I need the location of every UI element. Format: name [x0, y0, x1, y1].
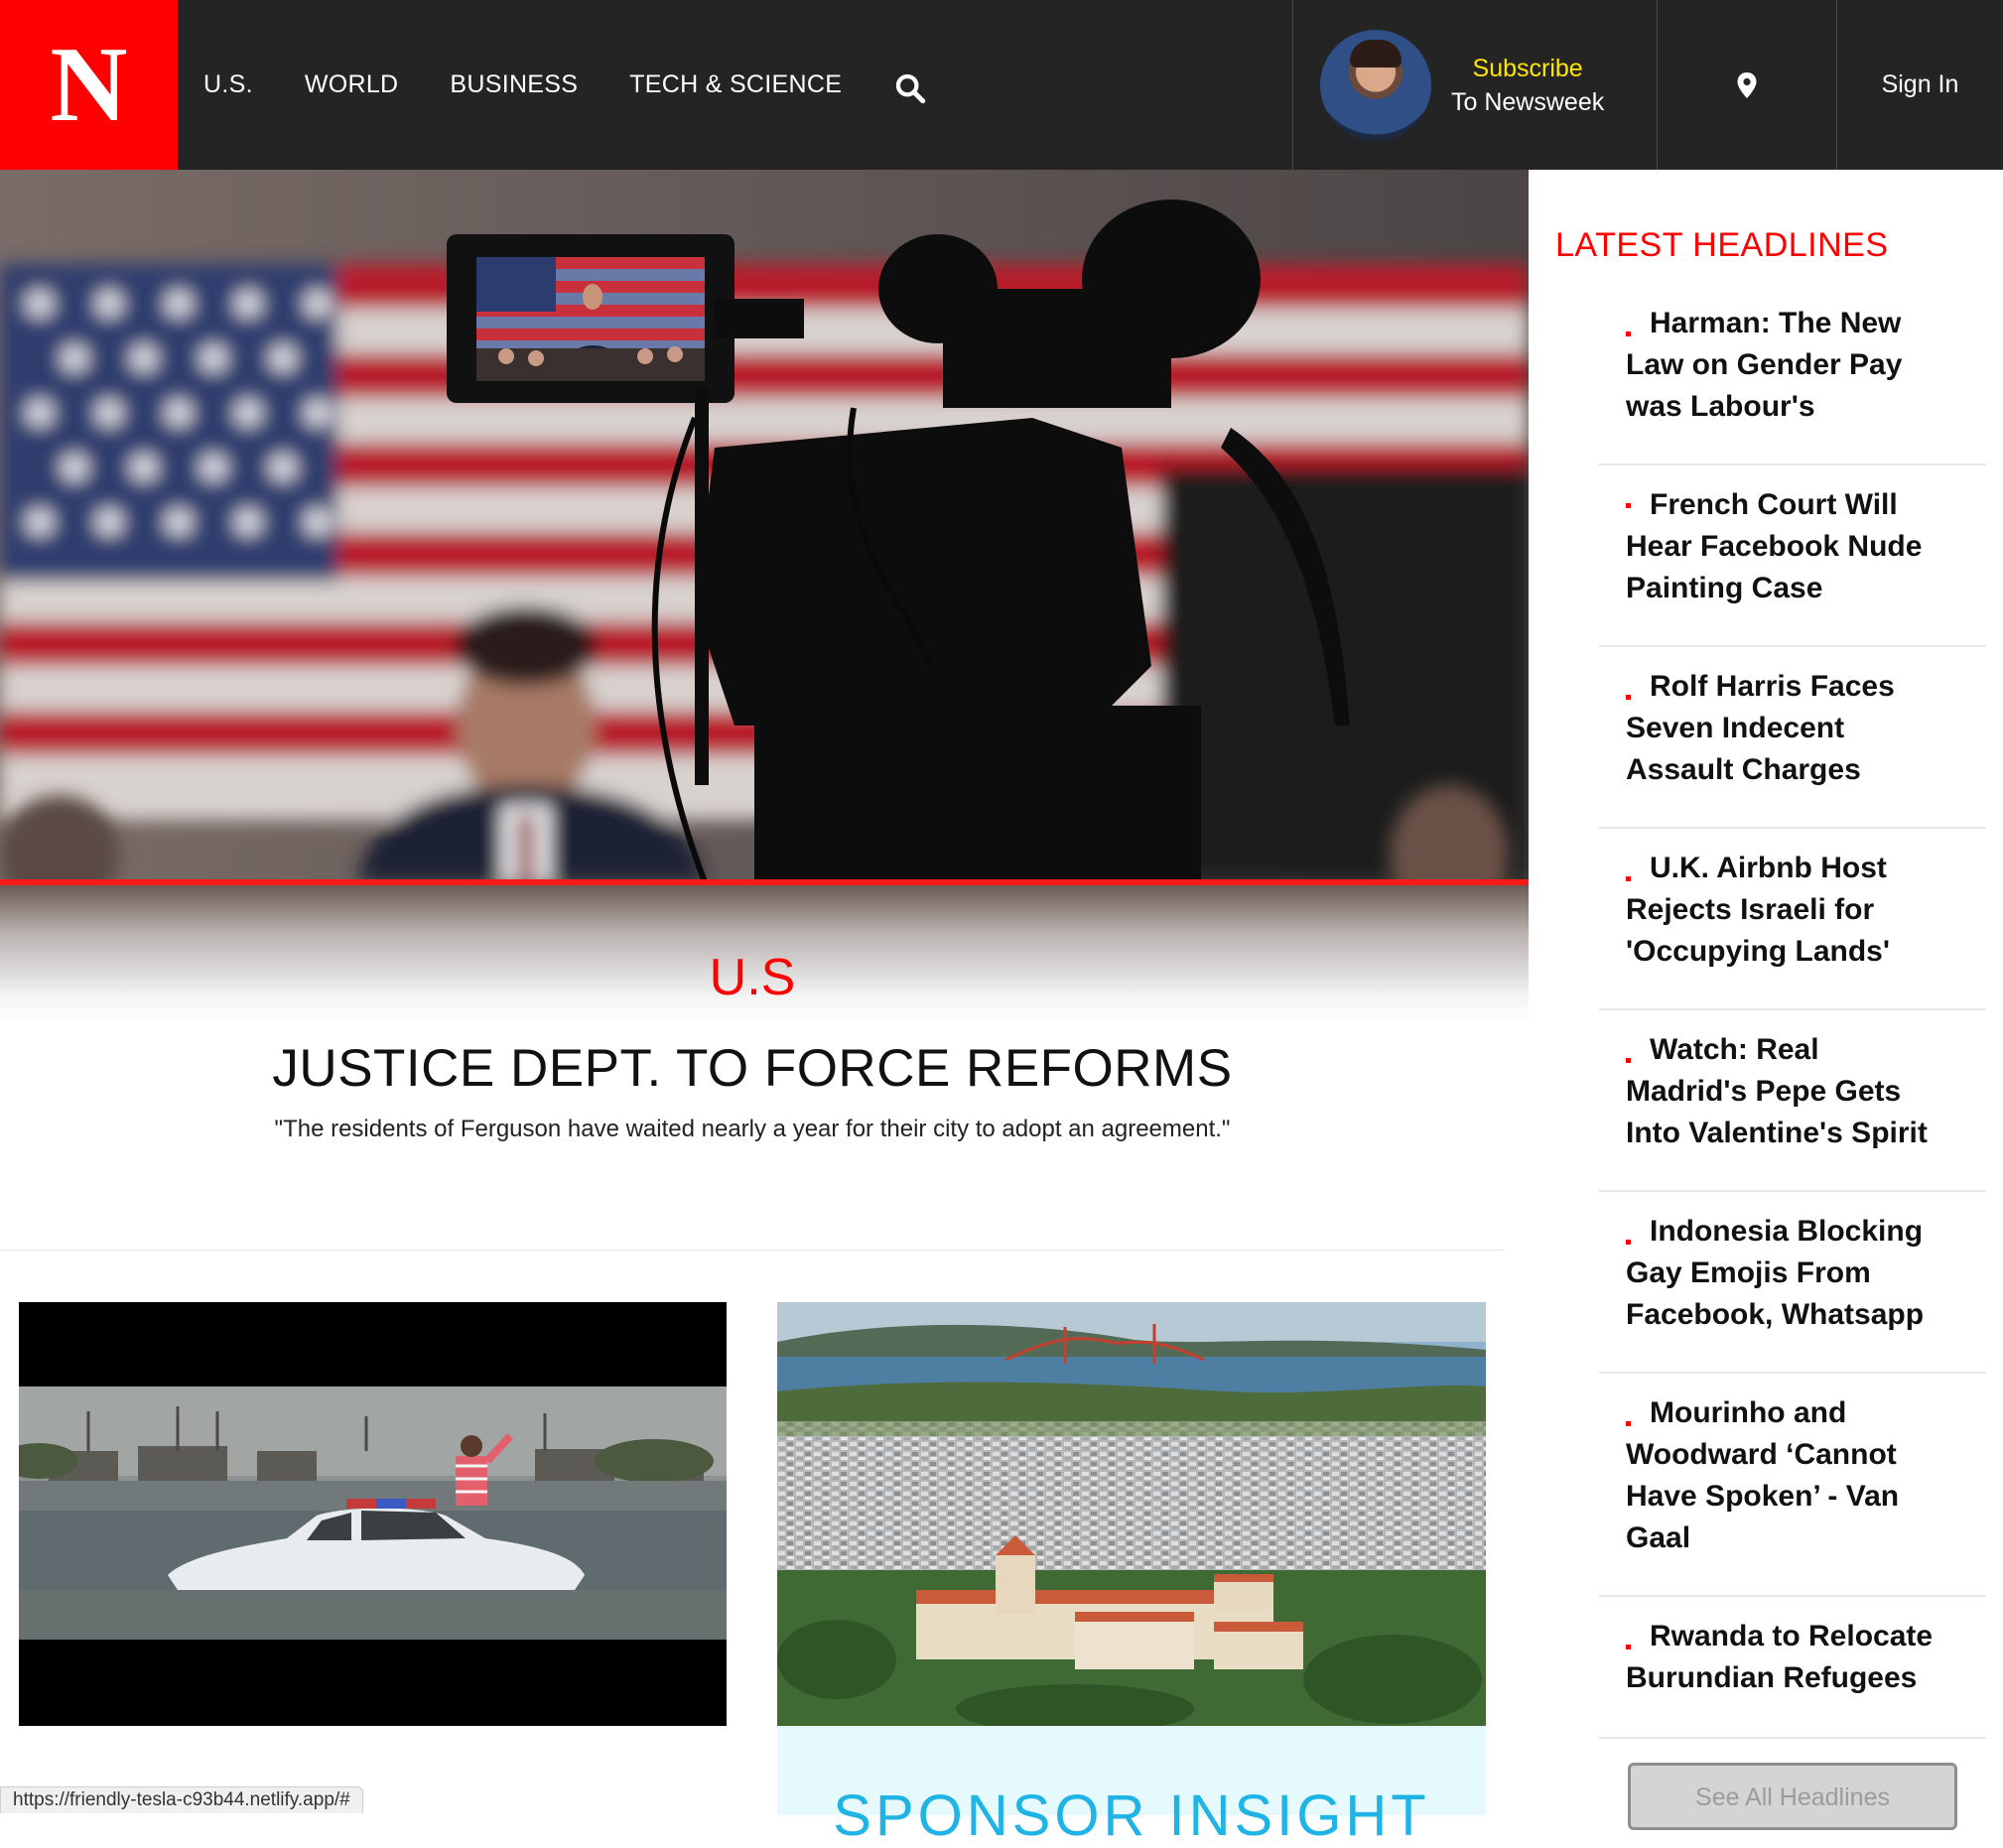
headline-line: Facebook, Whatsapp [1626, 1298, 1925, 1331]
newsweek-logo[interactable]: N [0, 0, 178, 170]
headline-line: U.K. Airbnb Host [1650, 852, 1887, 884]
headline-line: Harman: The New [1650, 307, 1902, 339]
headline-text: Indonesia Blocking Gay Emojis From Faceboo… [1626, 1192, 1976, 1336]
headline-line: Indonesia Blocking [1650, 1215, 1924, 1248]
nav-link-world[interactable]: WORLD [305, 70, 399, 99]
headline-text: Mourinho and Woodward ‘Cannot Have Spoken’… [1626, 1374, 1976, 1559]
bullet-icon [1626, 695, 1631, 700]
headline-text: Watch: Real Madrid's Pepe Gets Into Valent… [1626, 1010, 1976, 1154]
headline-line: Into Valentine's Spirit [1626, 1117, 1928, 1149]
bullet-icon [1626, 876, 1631, 881]
headline-item[interactable]: Indonesia Blocking Gay Emojis From Faceboo… [1599, 1192, 1986, 1374]
subscribe-sublabel: To Newsweek [1451, 87, 1605, 116]
headline-line: Have Spoken’ - Van [1626, 1480, 1900, 1513]
headline-line: Burundian Refugees [1626, 1661, 1918, 1694]
headline-line: Mourinho and [1650, 1396, 1847, 1429]
story-card-image-flood[interactable] [19, 1302, 727, 1726]
nav-link-tech-science[interactable]: TECH & SCIENCE [629, 70, 842, 99]
bullet-icon [1626, 1421, 1631, 1426]
headline-line: Madrid's Pepe Gets [1626, 1075, 1902, 1108]
headline-line: French Court Will [1650, 488, 1898, 521]
headline-text: French Court Will Hear Facebook Nude Paint… [1626, 465, 1976, 609]
latest-headlines-title: LATEST HEADLINES [1555, 226, 1889, 264]
hero-description: "The residents of Ferguson have waited n… [274, 1116, 1231, 1142]
bullet-icon [1626, 1058, 1631, 1063]
headline-item[interactable]: Rwanda to Relocate Burundian Refugees [1599, 1597, 1986, 1739]
divider [0, 1250, 1505, 1251]
hero-title[interactable]: JUSTICE DEPT. TO FORCE REFORMS [0, 1038, 1505, 1099]
nav-link-us[interactable]: U.S. [203, 70, 253, 99]
headline-line: Hear Facebook Nude [1626, 530, 1923, 563]
top-navbar: N U.S. WORLD BUSINESS TECH & SCIENCE Sub… [0, 0, 2003, 170]
headline-item[interactable]: Watch: Real Madrid's Pepe Gets Into Valent… [1599, 1010, 1986, 1192]
story-card-image-aerial-city[interactable] [777, 1302, 1486, 1726]
headline-item[interactable]: Harman: The New Law on Gender Pay was Labo… [1599, 294, 1986, 465]
headline-text: Harman: The New Law on Gender Pay was Labo… [1626, 294, 1976, 428]
headline-line: Painting Case [1626, 572, 1823, 604]
map-pin-icon [1737, 71, 1757, 98]
subscribe-button[interactable]: Subscribe To Newsweek [1293, 0, 1657, 170]
headline-text: Rolf Harris Faces Seven Indecent Assault C… [1626, 647, 1976, 791]
headline-text: U.K. Airbnb Host Rejects Israeli for 'Occu… [1626, 829, 1976, 973]
headline-line: Rwanda to Relocate [1650, 1620, 1934, 1652]
avatar [1320, 29, 1431, 141]
headline-line: Rejects Israeli for [1626, 893, 1875, 926]
bullet-icon [1626, 503, 1631, 508]
see-all-headlines-button[interactable]: See All Headlines [1628, 1763, 1957, 1830]
bullet-icon [1626, 331, 1631, 336]
headlines-list: Harman: The New Law on Gender Pay was Labo… [1599, 294, 1986, 1739]
headline-item[interactable]: U.K. Airbnb Host Rejects Israeli for 'Occu… [1599, 829, 1986, 1010]
sponsor-insight-label[interactable]: SPONSOR INSIGHT [777, 1787, 1486, 1845]
headline-item[interactable]: Mourinho and Woodward ‘Cannot Have Spoken’… [1599, 1374, 1986, 1597]
hero-category[interactable]: U.S [0, 948, 1505, 1007]
headline-item[interactable]: Rolf Harris Faces Seven Indecent Assault C… [1599, 647, 1986, 829]
headline-line: Woodward ‘Cannot [1626, 1438, 1897, 1471]
headline-line: 'Occupying Lands' [1626, 935, 1890, 968]
sign-in-link[interactable]: Sign In [1837, 0, 2003, 170]
nav-link-business[interactable]: BUSINESS [450, 70, 578, 99]
headline-line: Assault Charges [1626, 753, 1861, 786]
headline-text: Rwanda to Relocate Burundian Refugees [1626, 1597, 1976, 1699]
headline-line: Gay Emojis From [1626, 1256, 1871, 1289]
bullet-icon [1626, 1645, 1631, 1650]
location-button[interactable] [1658, 0, 1836, 170]
headline-line: Rolf Harris Faces [1650, 670, 1895, 703]
headline-line: Gaal [1626, 1521, 1691, 1554]
bullet-icon [1626, 1240, 1631, 1245]
headline-line: was Labour's [1626, 390, 1815, 423]
headline-line: Seven Indecent [1626, 712, 1845, 744]
subscribe-text: Subscribe To Newsweek [1451, 52, 1604, 119]
nav-links: U.S. WORLD BUSINESS TECH & SCIENCE [203, 0, 927, 170]
hero-image[interactable] [0, 170, 1529, 882]
headline-line: Watch: Real [1650, 1033, 1819, 1066]
headline-item[interactable]: French Court Will Hear Facebook Nude Paint… [1599, 465, 1986, 647]
search-icon[interactable] [893, 71, 927, 105]
subscribe-label: Subscribe [1472, 54, 1583, 82]
headline-line: Law on Gender Pay [1626, 348, 1903, 381]
browser-status-url: https://friendly-tesla-c93b44.netlify.ap… [0, 1786, 363, 1813]
